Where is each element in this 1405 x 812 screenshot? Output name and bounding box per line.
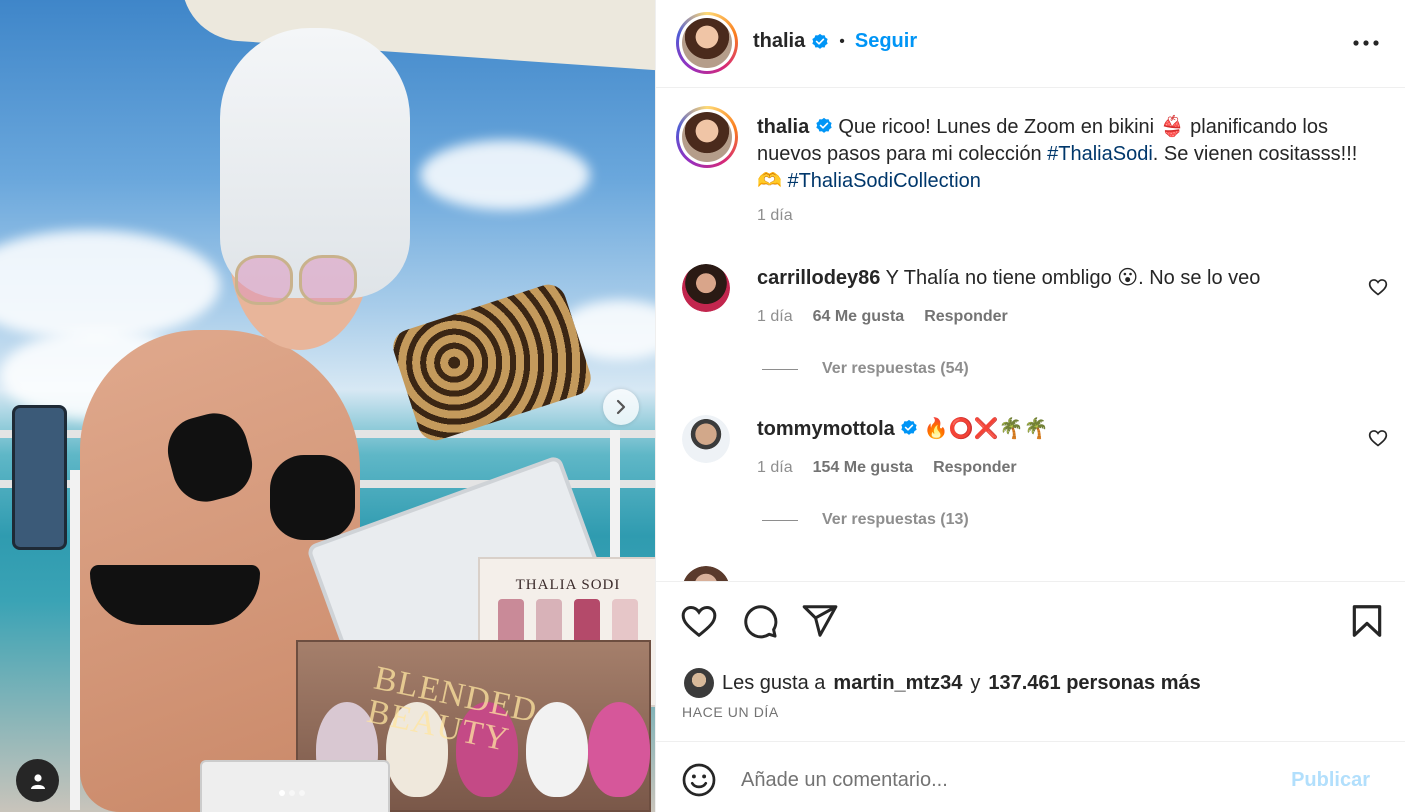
post-header: thalia • Seguir	[656, 0, 1405, 88]
likes-prefix: Les gusta a	[722, 671, 826, 694]
post-details-panel: thalia • Seguir thalia Que ricoo! Lunes …	[655, 0, 1405, 812]
author-row: thalia • Seguir	[753, 30, 917, 53]
heart-icon[interactable]	[680, 602, 718, 640]
chevron-right-icon	[616, 399, 626, 415]
view-replies-label: Ver respuestas (54)	[822, 360, 969, 377]
comment-input[interactable]	[741, 762, 1281, 798]
bikini-bottom	[90, 565, 260, 625]
publish-button[interactable]: Publicar	[1291, 769, 1370, 792]
verified-badge-icon	[816, 117, 832, 133]
cloud	[420, 140, 590, 210]
comment-meta: 1 día 64 Me gusta Responder	[757, 308, 1008, 326]
comment-time: 1 día	[757, 459, 793, 476]
post-media[interactable]: THALIA SODI BLENDED BEAUTY	[0, 0, 655, 812]
caption-username[interactable]: thalia	[757, 116, 809, 138]
liker-username[interactable]: martin_mtz34	[833, 672, 962, 695]
phone-on-tripod	[12, 405, 67, 550]
carousel-dot	[289, 790, 295, 796]
comment-username[interactable]: tommymottola	[757, 418, 895, 440]
jewelry-tray	[200, 760, 390, 812]
comment: carrillodey86 Y Thalía no tiene ombligo …	[757, 265, 1260, 292]
commenter-avatar[interactable]	[682, 264, 730, 312]
liker-avatar[interactable]	[684, 668, 714, 698]
comment-text: Y Thalía no tiene ombligo 😮. No se lo ve…	[885, 267, 1261, 289]
verified-badge-icon	[901, 419, 918, 435]
user-tag-icon	[30, 773, 45, 789]
hashtag-link[interactable]: #ThaliaSodiCollection	[787, 170, 980, 192]
likes-joiner: y	[970, 671, 981, 694]
separator-dot: •	[839, 32, 845, 50]
leopard-bag	[388, 280, 596, 445]
commenter-avatar[interactable]	[682, 415, 730, 463]
post-caption: thalia Que ricoo! Lunes de Zoom en bikin…	[757, 114, 1377, 195]
sunglasses	[235, 255, 360, 307]
author-avatar[interactable]	[676, 12, 738, 74]
comment-like-icon[interactable]	[1368, 277, 1388, 297]
carousel-dot	[279, 790, 285, 796]
bookmark-icon[interactable]	[1348, 602, 1386, 640]
post-date[interactable]: HACE UN DÍA	[682, 704, 779, 720]
reply-button[interactable]: Responder	[924, 308, 1008, 326]
post-actions: Les gusta a martin_mtz34 y 137.461 perso…	[656, 581, 1405, 741]
share-icon[interactable]	[801, 602, 839, 640]
tripod-pole	[70, 470, 80, 810]
carousel-dot	[299, 790, 305, 796]
caption-author-avatar[interactable]	[676, 106, 738, 168]
emoji-icon[interactable]	[681, 762, 717, 798]
likes-count[interactable]: 137.461 personas más	[988, 672, 1200, 695]
bikini-top-right	[270, 455, 355, 540]
user-tags-button[interactable]	[16, 759, 59, 802]
verified-badge-icon	[812, 33, 828, 49]
view-replies-label: Ver respuestas (13)	[822, 511, 969, 528]
more-options-icon[interactable]	[1352, 31, 1380, 55]
box-brand-label: THALIA SODI	[515, 577, 621, 593]
follow-button[interactable]: Seguir	[855, 30, 917, 53]
carousel-dots	[279, 790, 305, 796]
author-username[interactable]: thalia	[753, 30, 805, 53]
likes-summary: Les gusta a martin_mtz34 y 137.461 perso…	[684, 668, 1201, 698]
comment-icon[interactable]	[741, 602, 779, 640]
view-replies-button[interactable]: Ver respuestas (13)	[762, 511, 969, 529]
comment-meta: 1 día 154 Me gusta Responder	[757, 459, 1017, 477]
comment-username[interactable]: carrillodey86	[757, 267, 880, 289]
view-replies-button[interactable]: Ver respuestas (54)	[762, 360, 969, 378]
comment-text: 🔥⭕❌🌴🌴	[923, 418, 1049, 440]
comment: tommymottola 🔥⭕❌🌴🌴	[757, 416, 1048, 443]
cloud	[0, 230, 220, 340]
caption-time: 1 día	[757, 207, 793, 224]
comment-like-icon[interactable]	[1368, 428, 1388, 448]
comment-likes[interactable]: 64 Me gusta	[813, 308, 905, 326]
hashtag-link[interactable]: #ThaliaSodi	[1047, 143, 1153, 165]
comments-list[interactable]: thalia Que ricoo! Lunes de Zoom en bikin…	[656, 88, 1405, 581]
commenter-avatar[interactable]	[682, 566, 730, 581]
comment-likes[interactable]: 154 Me gusta	[813, 459, 913, 477]
add-comment-bar: Publicar	[656, 741, 1405, 812]
carousel-next-button[interactable]	[603, 389, 639, 425]
comment-time: 1 día	[757, 308, 793, 325]
reply-button[interactable]: Responder	[933, 459, 1017, 477]
